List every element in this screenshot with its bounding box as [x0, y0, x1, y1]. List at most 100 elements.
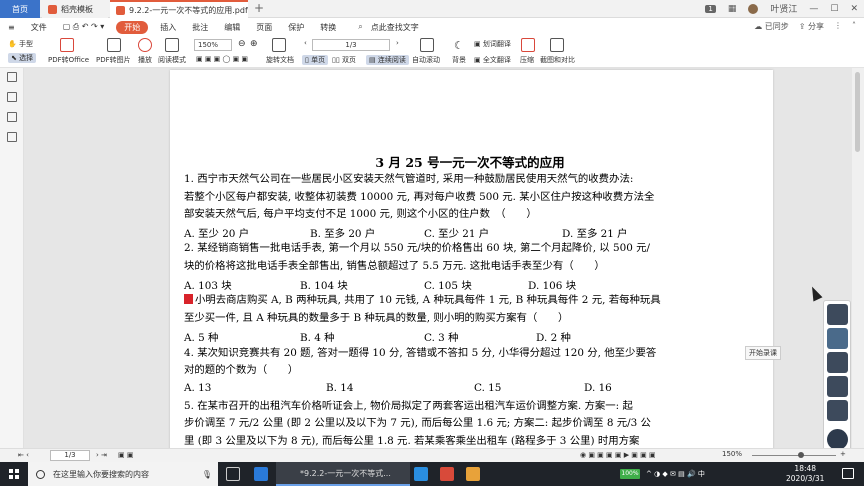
q1-option-b: B. 至多 20 户: [310, 228, 376, 240]
play-icon[interactable]: [138, 38, 152, 52]
screenshot-compare-button[interactable]: 截图和对比: [540, 55, 575, 65]
select-tool[interactable]: ⬉ 选择: [8, 53, 37, 63]
next-page-icon[interactable]: ›: [396, 39, 399, 47]
tools-icon[interactable]: [827, 352, 848, 373]
menu-file[interactable]: 文件: [23, 22, 55, 33]
screen-icon[interactable]: [827, 400, 848, 421]
pdf-page[interactable]: 3 月 25 号一元一次不等式的应用 1. 西宁市天然气公司在一些居民小区安装天…: [170, 70, 773, 462]
menu-protect[interactable]: 保护: [280, 22, 312, 33]
menu-page[interactable]: 页面: [248, 22, 280, 33]
pdf-to-office-icon[interactable]: [60, 38, 74, 52]
vertical-scrollbar[interactable]: [852, 68, 864, 462]
read-mode-button[interactable]: 阅读模式: [158, 55, 186, 65]
folder-icon[interactable]: [466, 467, 480, 481]
zoom-input[interactable]: 150%: [194, 39, 232, 51]
read-mode-icon[interactable]: [165, 38, 179, 52]
zoom-in-icon[interactable]: ⊕: [250, 39, 258, 49]
sync-status[interactable]: ☁ 已同步: [754, 21, 789, 32]
maximize-icon[interactable]: ☐: [830, 4, 838, 14]
taskbar-wps-window[interactable]: *9.2.2-一元一次不等式...: [276, 462, 410, 486]
user-name[interactable]: 叶贤江: [770, 2, 797, 15]
background-icon[interactable]: ☾: [454, 39, 464, 52]
play-button[interactable]: 播放: [138, 55, 152, 65]
minimize-icon[interactable]: —: [809, 4, 818, 14]
document-canvas[interactable]: 3 月 25 号一元一次不等式的应用 1. 西宁市天然气公司在一些居民小区安装天…: [24, 68, 852, 462]
zoom-slider[interactable]: [752, 455, 836, 456]
notification-icon[interactable]: [842, 468, 854, 479]
taskbar-search[interactable]: 在这里输入你要搜索的内容 🎙: [28, 462, 218, 486]
layout-buttons[interactable]: ▣ ▣: [118, 451, 133, 459]
app-icon-blue[interactable]: [414, 467, 428, 481]
doc-line: 若整个小区每户都安装, 收整体初装费 10000 元, 再对每户收费 500 元…: [184, 191, 655, 203]
close-window-icon[interactable]: ✕: [850, 4, 858, 14]
compress-button[interactable]: 压缩: [520, 55, 534, 65]
menu-icons[interactable]: ▢ ⎙ ↶ ↷ ▾: [55, 22, 113, 32]
double-page-button[interactable]: ▯▯ 双页: [332, 55, 356, 65]
bookmarks-icon[interactable]: [7, 92, 17, 102]
menu-edit[interactable]: 编辑: [216, 22, 248, 33]
menu-hamburger-icon[interactable]: ≡: [0, 23, 23, 32]
palette-icon[interactable]: [827, 328, 848, 349]
auto-scroll-button[interactable]: 自动滚动: [412, 55, 440, 65]
prev-page-icon[interactable]: ‹: [304, 39, 307, 47]
tab-pdf-document[interactable]: 9.2.2-一元一次不等式的应用.pdf ✕: [110, 0, 248, 18]
view-mode-icons[interactable]: ◉ ▣ ▣ ▣ ▣ ▶ ▣ ▣ ▣: [580, 451, 656, 459]
download-icon[interactable]: [827, 304, 848, 325]
tab-docer[interactable]: 稻壳模板: [42, 0, 108, 18]
task-view-icon[interactable]: [226, 467, 240, 481]
menu-start[interactable]: 开始: [116, 20, 149, 34]
compress-icon[interactable]: [521, 38, 535, 52]
menu-insert[interactable]: 插入: [152, 22, 184, 33]
edge-icon[interactable]: [254, 467, 268, 481]
windows-start-icon[interactable]: [9, 469, 19, 479]
background-button[interactable]: 背景: [452, 55, 466, 65]
annotations-icon[interactable]: [7, 112, 17, 122]
continuous-read-button[interactable]: ▤ 连续阅读: [366, 55, 409, 65]
count-badge[interactable]: 1: [705, 4, 716, 13]
battery-indicator[interactable]: 100%: [620, 469, 640, 479]
attachments-icon[interactable]: [7, 132, 17, 142]
hand-tool[interactable]: ✋ 手型: [8, 39, 33, 49]
microphone-icon[interactable]: 🎙: [202, 470, 212, 479]
rotate-icon[interactable]: [272, 38, 286, 52]
zoom-slider-knob[interactable]: [798, 452, 804, 458]
zoom-out-icon[interactable]: ⊖: [238, 39, 246, 49]
q3-option-b: B. 4 种: [300, 332, 335, 344]
collapse-icon[interactable]: ˄: [852, 21, 856, 32]
scrollbar-thumb[interactable]: [855, 72, 860, 152]
full-translate-button[interactable]: ▣ 全文翻译: [474, 55, 511, 65]
pdf-to-image-icon[interactable]: [107, 38, 121, 52]
layout-icon[interactable]: ▦: [728, 4, 737, 14]
taskbar-clock[interactable]: 18:48 2020/3/31: [786, 464, 824, 484]
tab-pdf-label: 9.2.2-一元一次不等式的应用.pdf: [129, 5, 248, 15]
auto-scroll-icon[interactable]: [420, 38, 434, 52]
menu-annotate[interactable]: 批注: [184, 22, 216, 33]
view-tools-icons[interactable]: ▣ ▣ ▣ ◯ ▣ ▣: [196, 55, 248, 63]
single-page-button[interactable]: ▯ 单页: [302, 55, 329, 65]
page-number-input[interactable]: 1/3: [312, 39, 390, 51]
more-icon[interactable]: ⋮: [834, 21, 842, 32]
thumbnails-icon[interactable]: [7, 72, 17, 82]
question-marker-icon: [184, 294, 193, 304]
new-tab-button[interactable]: +: [254, 1, 264, 15]
app-icon-red[interactable]: [440, 467, 454, 481]
screenshot-icon[interactable]: [550, 38, 564, 52]
status-zoom[interactable]: 150%: [722, 450, 742, 458]
pdf-to-image-button[interactable]: PDF转图片: [96, 55, 131, 65]
word-translate-button[interactable]: ▣ 划词翻译: [474, 39, 511, 49]
share-button[interactable]: ⇪ 分享: [799, 21, 824, 32]
tray-icons[interactable]: ^ ◑ ◆ ✉ ▤ 🔊 中: [646, 469, 705, 479]
pdf-to-office-button[interactable]: PDF转Office: [48, 55, 89, 65]
q3-option-c: C. 3 种: [424, 332, 459, 344]
search-text-input[interactable]: 点此查找文字: [363, 22, 427, 33]
zoom-plus-icon[interactable]: +: [840, 450, 846, 458]
tab-home[interactable]: 首页: [0, 0, 40, 18]
menu-convert[interactable]: 转换: [312, 22, 344, 33]
last-page-icon[interactable]: › ⇥: [96, 451, 107, 459]
first-page-icon[interactable]: ⇤ ‹: [18, 451, 29, 459]
eraser-icon[interactable]: [827, 376, 848, 397]
rotate-button[interactable]: 旋转文档: [266, 55, 294, 65]
move-icon[interactable]: [827, 429, 848, 450]
status-page-input[interactable]: 1/3: [50, 450, 90, 461]
avatar[interactable]: [748, 3, 759, 14]
